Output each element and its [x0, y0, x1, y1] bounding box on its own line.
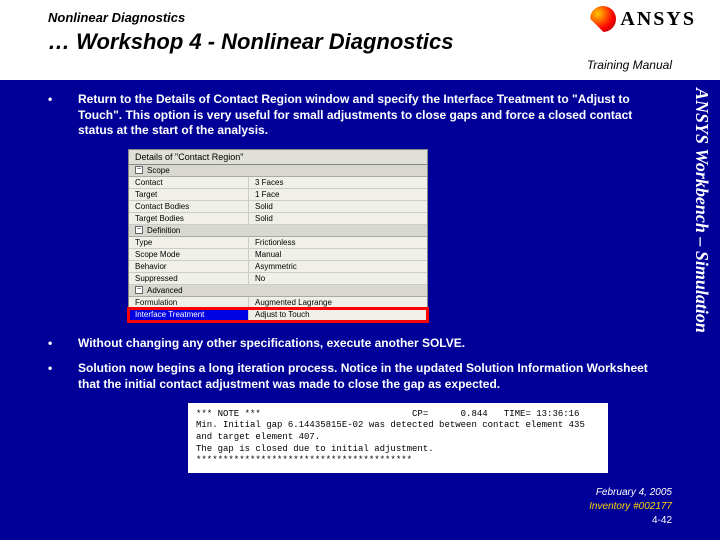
table-row: Target1 Face — [129, 189, 427, 201]
row-key: Contact — [129, 177, 249, 188]
bullet-marker: • — [48, 92, 58, 139]
collapse-icon: − — [135, 166, 143, 174]
page-title: … Workshop 4 - Nonlinear Diagnostics — [48, 29, 453, 55]
row-key: Type — [129, 237, 249, 248]
bullet-text: Return to the Details of Contact Region … — [78, 92, 664, 139]
row-key: Target Bodies — [129, 213, 249, 224]
collapse-icon: − — [135, 286, 143, 294]
row-key: Behavior — [129, 261, 249, 272]
bullet-text: Solution now begins a long iteration pro… — [78, 361, 664, 392]
row-value: No — [249, 273, 427, 284]
slide-content: • Return to the Details of Contact Regio… — [48, 92, 664, 473]
row-key: Scope Mode — [129, 249, 249, 260]
footer-inventory: Inventory #002177 — [589, 500, 672, 514]
details-of-contact-region-panel: Details of "Contact Region" − Scope Cont… — [128, 149, 428, 322]
row-value: Asymmetric — [249, 261, 427, 272]
table-row: SuppressedNo — [129, 273, 427, 285]
bullet-2: • Without changing any other specificati… — [48, 336, 664, 352]
table-row: TypeFrictionless — [129, 237, 427, 249]
row-value: Solid — [249, 201, 427, 212]
footer: February 4, 2005 Inventory #002177 4-42 — [589, 486, 672, 528]
section-advanced: − Advanced — [129, 285, 427, 297]
panel-title: Details of "Contact Region" — [129, 150, 427, 165]
table-row: FormulationAugmented Lagrange — [129, 297, 427, 309]
table-row: Contact3 Faces — [129, 177, 427, 189]
bullet-marker: • — [48, 361, 58, 392]
row-value: 1 Face — [249, 189, 427, 200]
header: Nonlinear Diagnostics … Workshop 4 - Non… — [0, 0, 720, 80]
row-value: Augmented Lagrange — [249, 297, 427, 308]
row-value: Solid — [249, 213, 427, 224]
section-scope-label: Scope — [147, 166, 170, 175]
solver-output-panel: *** NOTE *** CP= 0.844 TIME= 13:36:16 Mi… — [188, 403, 608, 473]
collapse-icon: − — [135, 226, 143, 234]
bullet-1: • Return to the Details of Contact Regio… — [48, 92, 664, 139]
footer-date: February 4, 2005 — [589, 486, 672, 500]
row-value: Frictionless — [249, 237, 427, 248]
ansys-logo-text: ANSYS — [620, 8, 696, 31]
bullet-marker: • — [48, 336, 58, 352]
row-key: Formulation — [129, 297, 249, 308]
row-value[interactable]: Adjust to Touch — [249, 309, 427, 320]
row-key: Target — [129, 189, 249, 200]
table-row: Scope ModeManual — [129, 249, 427, 261]
training-manual-label: Training Manual — [587, 58, 672, 72]
row-value: Manual — [249, 249, 427, 260]
row-value: 3 Faces — [249, 177, 427, 188]
ansys-logo: ANSYS — [590, 6, 696, 32]
topic-label: Nonlinear Diagnostics — [48, 10, 672, 25]
table-row: BehaviorAsymmetric — [129, 261, 427, 273]
section-advanced-label: Advanced — [147, 286, 183, 295]
table-row: Target BodiesSolid — [129, 213, 427, 225]
bullet-text: Without changing any other specification… — [78, 336, 664, 352]
table-row: Contact BodiesSolid — [129, 201, 427, 213]
interface-treatment-row[interactable]: Interface Treatment Adjust to Touch — [129, 309, 427, 321]
section-definition: − Definition — [129, 225, 427, 237]
bullet-3: • Solution now begins a long iteration p… — [48, 361, 664, 392]
row-key: Suppressed — [129, 273, 249, 284]
ansys-swoosh-icon — [590, 6, 616, 32]
section-definition-label: Definition — [147, 226, 180, 235]
footer-page: 4-42 — [589, 514, 672, 528]
vertical-product-label: ANSYS Workbench – Simulation — [688, 88, 712, 428]
section-scope: − Scope — [129, 165, 427, 177]
row-key: Contact Bodies — [129, 201, 249, 212]
row-key: Interface Treatment — [129, 309, 249, 320]
